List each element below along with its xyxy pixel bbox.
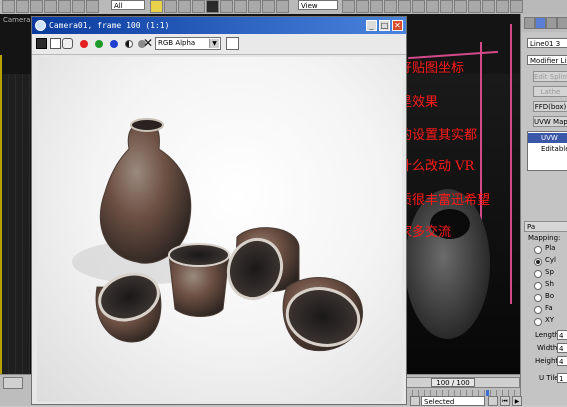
clone-icon[interactable] [62,38,73,49]
radio-spherical-label: Sp [545,268,554,276]
quick-render-icon[interactable] [496,0,509,13]
rotate-icon[interactable] [262,0,275,13]
hierarchy-tab-icon[interactable] [546,17,557,29]
edit-spline-button[interactable]: Edit Spline [533,71,567,82]
unlink-icon[interactable] [44,0,57,13]
rendered-pottery [72,118,363,352]
spinner-snap-icon[interactable] [426,0,439,13]
align-icon[interactable] [370,0,383,13]
clear-icon[interactable]: ✕ [143,36,153,50]
lathe-button[interactable]: Lathe [533,86,567,97]
radio-cylindrical-label: Cyl [545,256,556,264]
select-object-icon[interactable] [150,0,163,13]
command-panel: Line01 3 Modifier List Edit Spline Lathe… [520,14,567,405]
red-channel-icon[interactable] [80,40,88,48]
angle-snap-icon[interactable] [398,0,411,13]
select-scale-icon[interactable] [234,0,247,13]
radio-xyz-to-uvw-label: XY [545,316,555,324]
link-icon[interactable] [30,0,43,13]
chevron-down-icon: ▼ [209,39,219,48]
u-tile-spinner[interactable]: 1 [557,373,567,383]
schematic-view-icon[interactable] [454,0,467,13]
maxscript-listener-button[interactable] [3,377,23,389]
radio-planar-label: Pla [545,244,556,252]
percent-snap-icon[interactable] [412,0,425,13]
mono-icon[interactable] [125,40,133,48]
create-tab-icon[interactable] [524,17,535,29]
height-spinner[interactable]: 4 [557,356,567,366]
length-spinner[interactable]: 4 [557,330,567,340]
selection-filter-dropdown[interactable]: All [111,0,145,10]
channel-dropdown[interactable]: RGB Alpha ▼ [155,37,221,50]
render-last-icon[interactable] [510,0,523,13]
uvw-map-button[interactable]: UVW Map [533,116,567,127]
maximize-button[interactable]: □ [379,20,390,31]
object-name-field[interactable]: Line01 3 [527,38,567,48]
render-scene-icon[interactable] [482,0,495,13]
bind-space-warp-icon[interactable] [58,0,71,13]
color-swatch[interactable] [226,37,239,50]
material-editor-icon[interactable] [468,0,481,13]
modifier-list-dropdown[interactable]: Modifier List [527,55,567,65]
frame-buffer-titlebar[interactable]: Camera01, frame 100 (1:1) _ □ ✕ [32,17,406,34]
motion-tab-icon[interactable] [557,17,567,29]
frame-buffer-window[interactable]: Camera01, frame 100 (1:1) _ □ ✕ ✕ RGB Al… [31,16,407,405]
undo-icon[interactable] [2,0,15,13]
modifier-stack: UVW Editable [527,131,567,171]
radio-cylindrical[interactable] [534,258,542,266]
select-rotate-icon[interactable] [220,0,233,13]
save-icon[interactable] [36,38,47,49]
command-panel-tabs [521,14,567,32]
radio-box[interactable] [534,294,542,302]
spline-line [510,24,512,304]
time-slider[interactable]: 100 / 100 [400,377,520,388]
main-toolbar: All View [0,0,567,15]
select-icon[interactable] [72,0,85,13]
radio-xyz-to-uvw[interactable] [534,318,542,326]
parameters-rollout[interactable]: Pa [524,221,567,232]
radio-face[interactable] [534,306,542,314]
select-by-name-icon[interactable] [86,0,99,13]
scale-icon[interactable] [276,0,289,13]
copy-icon[interactable] [50,38,61,49]
radio-shrink-wrap[interactable] [534,282,542,290]
snap-icon[interactable] [384,0,397,13]
time-slider-thumb[interactable]: 100 / 100 [431,378,475,387]
redo-icon[interactable] [16,0,29,13]
close-button[interactable]: ✕ [392,20,403,31]
window-crossing-icon[interactable] [192,0,205,13]
minimize-button[interactable]: _ [366,20,377,31]
rendered-image [37,57,402,402]
stack-item-editable[interactable]: Editable [528,144,567,154]
window-title: Camera01, frame 100 (1:1) [49,21,170,30]
modify-tab-icon[interactable] [535,17,546,29]
reference-coordinate-dropdown[interactable]: View [298,0,338,10]
radio-box-label: Bo [545,292,555,300]
radio-face-label: Fa [545,304,553,312]
select-move-icon[interactable] [206,0,219,13]
mapping-label: Mapping: [528,234,561,242]
curve-editor-icon[interactable] [440,0,453,13]
radio-planar[interactable] [534,246,542,254]
move-icon[interactable] [248,0,261,13]
ffd-box-button[interactable]: FFD(box) [533,101,567,112]
spline-line [480,42,482,242]
stack-item-uvw[interactable]: UVW [528,133,567,143]
viewport-border [0,55,2,385]
app-icon [35,20,46,31]
rect-select-region-icon[interactable] [178,0,191,13]
blue-channel-icon[interactable] [110,40,118,48]
width-spinner[interactable]: 4 [557,343,567,353]
channel-value: RGB Alpha [158,39,196,47]
radio-shrink-wrap-label: Sh [545,280,554,288]
select-by-name-list-icon[interactable] [164,0,177,13]
viewport-grid [2,74,30,374]
radio-spherical[interactable] [534,270,542,278]
frame-buffer-toolbar: ✕ RGB Alpha ▼ [32,34,406,55]
mirror-icon[interactable] [356,0,369,13]
pivot-icon[interactable] [342,0,355,13]
green-channel-icon[interactable] [95,40,103,48]
